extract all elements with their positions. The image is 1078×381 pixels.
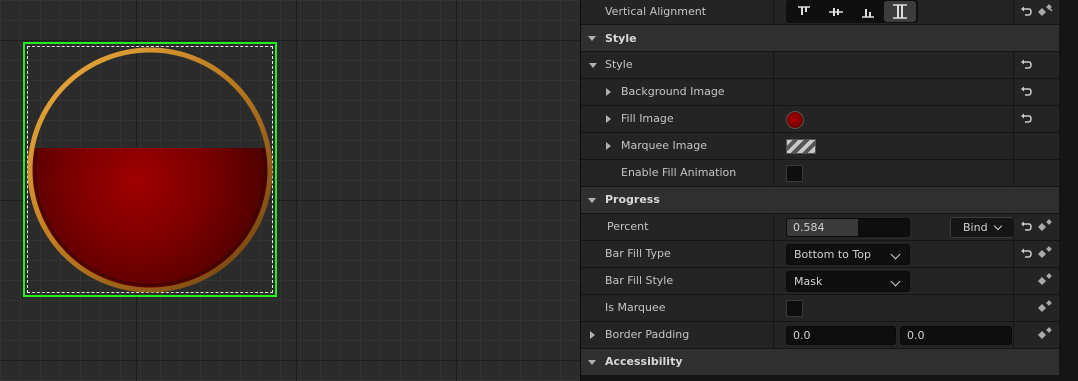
collapse-arrow-icon[interactable] bbox=[588, 198, 596, 203]
add-keyframe-icon[interactable] bbox=[1037, 4, 1053, 20]
background-image-label: Background Image bbox=[621, 85, 725, 98]
add-keyframe-icon[interactable] bbox=[1037, 273, 1053, 289]
expand-arrow-icon[interactable] bbox=[606, 88, 611, 96]
row-bar-fill-type: Bar Fill Type Bottom to Top bbox=[581, 241, 1059, 268]
fill-image-label: Fill Image bbox=[621, 112, 674, 125]
percent-label: Percent bbox=[607, 220, 649, 233]
expand-arrow-icon[interactable] bbox=[590, 331, 595, 339]
percent-slider-input[interactable]: 0.584 bbox=[786, 218, 910, 237]
section-progress[interactable]: Progress bbox=[581, 187, 1059, 214]
enable-fill-animation-checkbox[interactable] bbox=[786, 165, 803, 182]
collapse-arrow-icon[interactable] bbox=[589, 63, 597, 68]
accessibility-section-label: Accessibility bbox=[605, 355, 683, 368]
expand-arrow-icon[interactable] bbox=[606, 115, 611, 123]
section-accessibility[interactable]: Accessibility bbox=[581, 349, 1059, 376]
bind-label: Bind bbox=[963, 221, 988, 234]
row-vertical-alignment: Vertical Alignment bbox=[581, 0, 1059, 25]
border-padding-input-b[interactable]: 0.0 bbox=[900, 326, 1012, 345]
border-padding-input-a[interactable]: 0.0 bbox=[786, 326, 896, 345]
chevron-down-icon bbox=[993, 221, 1003, 231]
add-keyframe-icon[interactable] bbox=[1037, 327, 1053, 343]
marquee-image-label: Marquee Image bbox=[621, 139, 707, 152]
align-fill-icon bbox=[893, 4, 907, 19]
reset-arrow-icon[interactable] bbox=[1019, 58, 1033, 72]
align-center-button[interactable] bbox=[820, 1, 852, 22]
reset-arrow-icon[interactable] bbox=[1019, 220, 1033, 234]
is-marquee-checkbox[interactable] bbox=[786, 300, 803, 317]
border-padding-value-a: 0.0 bbox=[793, 329, 811, 342]
percent-value: 0.584 bbox=[793, 221, 825, 234]
bar-fill-style-dropdown[interactable]: Mask bbox=[786, 271, 910, 292]
bar-fill-type-value: Bottom to Top bbox=[794, 248, 871, 261]
reset-arrow-icon[interactable] bbox=[1019, 5, 1033, 19]
row-is-marquee: Is Marquee bbox=[581, 295, 1059, 322]
section-style[interactable]: Style bbox=[581, 25, 1059, 52]
align-bottom-icon bbox=[862, 9, 874, 18]
row-enable-fill-animation: Enable Fill Animation bbox=[581, 160, 1059, 187]
collapse-arrow-icon[interactable] bbox=[588, 36, 596, 41]
progress-orb bbox=[27, 47, 273, 293]
row-marquee-image[interactable]: Marquee Image bbox=[581, 133, 1059, 160]
add-keyframe-icon[interactable] bbox=[1037, 246, 1053, 262]
align-top-icon bbox=[798, 6, 810, 15]
row-bar-fill-style: Bar Fill Style Mask bbox=[581, 268, 1059, 295]
enable-fill-animation-label: Enable Fill Animation bbox=[621, 166, 737, 179]
add-keyframe-icon[interactable] bbox=[1037, 300, 1053, 316]
align-bottom-button[interactable] bbox=[852, 1, 884, 22]
align-center-icon bbox=[829, 8, 843, 16]
row-percent: Percent 0.584 Bind bbox=[581, 214, 1059, 241]
bar-fill-type-dropdown[interactable]: Bottom to Top bbox=[786, 244, 910, 265]
style-group-label: Style bbox=[605, 58, 633, 71]
add-keyframe-icon[interactable] bbox=[1037, 219, 1053, 235]
align-top-button[interactable] bbox=[788, 1, 820, 22]
reset-arrow-icon[interactable] bbox=[1019, 247, 1033, 261]
reset-arrow-icon[interactable] bbox=[1019, 85, 1033, 99]
progress-section-label: Progress bbox=[605, 193, 660, 206]
selected-progress-bar-widget[interactable] bbox=[23, 42, 277, 297]
style-section-label: Style bbox=[605, 32, 637, 45]
details-panel: Vertical Alignment Style Style Backgroun… bbox=[580, 0, 1078, 381]
border-padding-label: Border Padding bbox=[605, 328, 690, 341]
row-style-group[interactable]: Style bbox=[581, 52, 1059, 79]
row-border-padding[interactable]: Border Padding 0.0 0.0 bbox=[581, 322, 1059, 349]
vertical-alignment-buttons bbox=[786, 0, 918, 23]
bar-fill-style-label: Bar Fill Style bbox=[605, 274, 674, 287]
row-fill-image[interactable]: Fill Image bbox=[581, 106, 1059, 133]
row-background-image[interactable]: Background Image bbox=[581, 79, 1059, 106]
bar-fill-type-label: Bar Fill Type bbox=[605, 247, 671, 260]
align-fill-button[interactable] bbox=[884, 1, 916, 22]
bind-dropdown-button[interactable]: Bind bbox=[950, 217, 1014, 238]
border-padding-value-b: 0.0 bbox=[907, 329, 925, 342]
chevron-down-icon bbox=[890, 276, 901, 287]
collapse-arrow-icon[interactable] bbox=[588, 360, 596, 365]
bar-fill-style-value: Mask bbox=[794, 275, 823, 288]
fill-image-swatch[interactable] bbox=[786, 111, 804, 129]
reset-arrow-icon[interactable] bbox=[1019, 112, 1033, 126]
expand-arrow-icon[interactable] bbox=[606, 142, 611, 150]
panel-scrollbar[interactable] bbox=[1061, 0, 1078, 381]
designer-viewport[interactable] bbox=[0, 0, 580, 381]
marquee-image-swatch[interactable] bbox=[786, 139, 816, 154]
is-marquee-label: Is Marquee bbox=[605, 301, 666, 314]
vertical-alignment-label: Vertical Alignment bbox=[605, 5, 707, 18]
chevron-down-icon bbox=[890, 249, 901, 260]
